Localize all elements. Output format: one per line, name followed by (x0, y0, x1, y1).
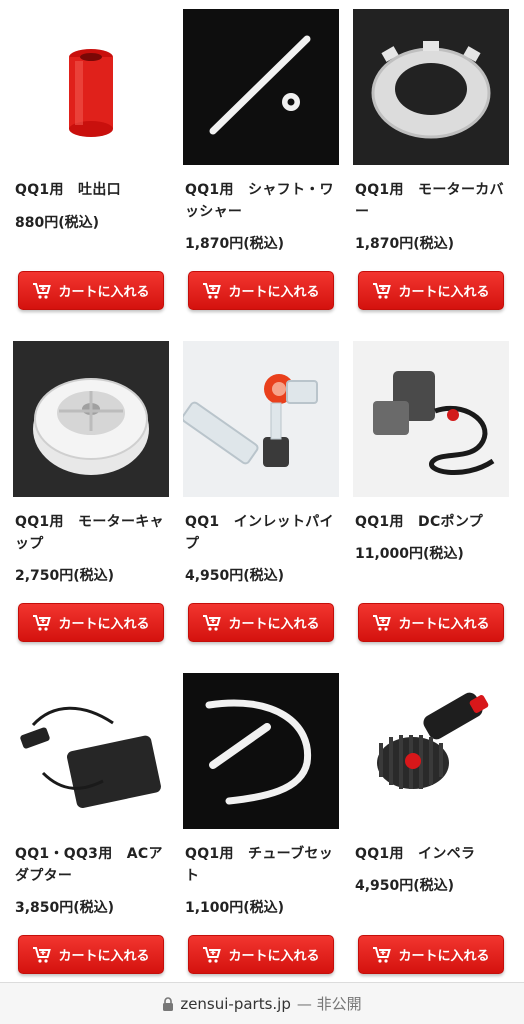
product-price: 4,950円(税込) (185, 568, 285, 584)
product-name[interactable]: QQ1用 吐出口 (15, 179, 175, 201)
product-card (13, 9, 169, 165)
product-name[interactable]: QQ1用 モーターキャップ (15, 511, 175, 555)
cart-plus-icon (203, 946, 222, 963)
cart-plus-icon (203, 614, 222, 631)
product-card (183, 9, 339, 165)
add-to-cart-button[interactable]: カートに入れる (188, 935, 334, 974)
cart-plus-icon (33, 946, 52, 963)
product-price: 880円(税込) (15, 215, 100, 231)
product-name[interactable]: QQ1・QQ3用 ACアダプター (15, 843, 175, 887)
add-to-cart-button[interactable]: カートに入れる (18, 935, 164, 974)
product-name[interactable]: QQ1用 インペラ (355, 843, 515, 865)
product-price: 4,950円(税込) (355, 878, 455, 894)
product-card (353, 341, 509, 497)
lock-icon (163, 996, 174, 1011)
product-name[interactable]: QQ1用 チューブセット (185, 843, 345, 887)
product-price: 1,870円(税込) (355, 236, 455, 252)
add-to-cart-label: カートに入れる (228, 616, 320, 631)
product-price: 3,850円(税込) (15, 900, 115, 916)
product-card (13, 673, 169, 829)
product-image[interactable] (13, 341, 169, 497)
product-price: 11,000円(税込) (355, 546, 464, 562)
product-card (183, 673, 339, 829)
add-to-cart-label: カートに入れる (398, 948, 490, 963)
product-card (353, 673, 509, 829)
site-domain: zensui-parts.jp (180, 994, 291, 1013)
product-card (13, 341, 169, 497)
product-name[interactable]: QQ1 インレットパイプ (185, 511, 345, 555)
product-image[interactable] (13, 9, 169, 165)
product-image[interactable] (353, 673, 509, 829)
cart-plus-icon (373, 614, 392, 631)
add-to-cart-button[interactable]: カートに入れる (358, 603, 504, 642)
site-status: — 非公開 (296, 995, 362, 1013)
product-card (353, 9, 509, 165)
product-image[interactable] (353, 341, 509, 497)
add-to-cart-button[interactable]: カートに入れる (358, 271, 504, 310)
cart-plus-icon (373, 946, 392, 963)
product-image[interactable] (183, 673, 339, 829)
add-to-cart-label: カートに入れる (58, 284, 150, 299)
product-name[interactable]: QQ1用 モーターカバー (355, 179, 515, 223)
add-to-cart-label: カートに入れる (228, 948, 320, 963)
cart-plus-icon (33, 614, 52, 631)
cart-plus-icon (203, 282, 222, 299)
cart-plus-icon (373, 282, 392, 299)
add-to-cart-button[interactable]: カートに入れる (18, 603, 164, 642)
product-image[interactable] (183, 341, 339, 497)
product-price: 2,750円(税込) (15, 568, 115, 584)
add-to-cart-button[interactable]: カートに入れる (188, 271, 334, 310)
product-name[interactable]: QQ1用 シャフト・ワッシャー (185, 179, 345, 223)
add-to-cart-button[interactable]: カートに入れる (188, 603, 334, 642)
product-image[interactable] (353, 9, 509, 165)
product-price: 1,870円(税込) (185, 236, 285, 252)
product-name[interactable]: QQ1用 DCポンプ (355, 511, 515, 533)
add-to-cart-label: カートに入れる (58, 616, 150, 631)
product-image[interactable] (183, 9, 339, 165)
add-to-cart-label: カートに入れる (58, 948, 150, 963)
add-to-cart-label: カートに入れる (228, 284, 320, 299)
product-price: 1,100円(税込) (185, 900, 285, 916)
add-to-cart-button[interactable]: カートに入れる (358, 935, 504, 974)
product-card (183, 341, 339, 497)
add-to-cart-button[interactable]: カートに入れる (18, 271, 164, 310)
cart-plus-icon (33, 282, 52, 299)
add-to-cart-label: カートに入れる (398, 616, 490, 631)
product-image[interactable] (13, 673, 169, 829)
browser-address-bar[interactable]: zensui-parts.jp — 非公開 (0, 982, 524, 1024)
add-to-cart-label: カートに入れる (398, 284, 490, 299)
